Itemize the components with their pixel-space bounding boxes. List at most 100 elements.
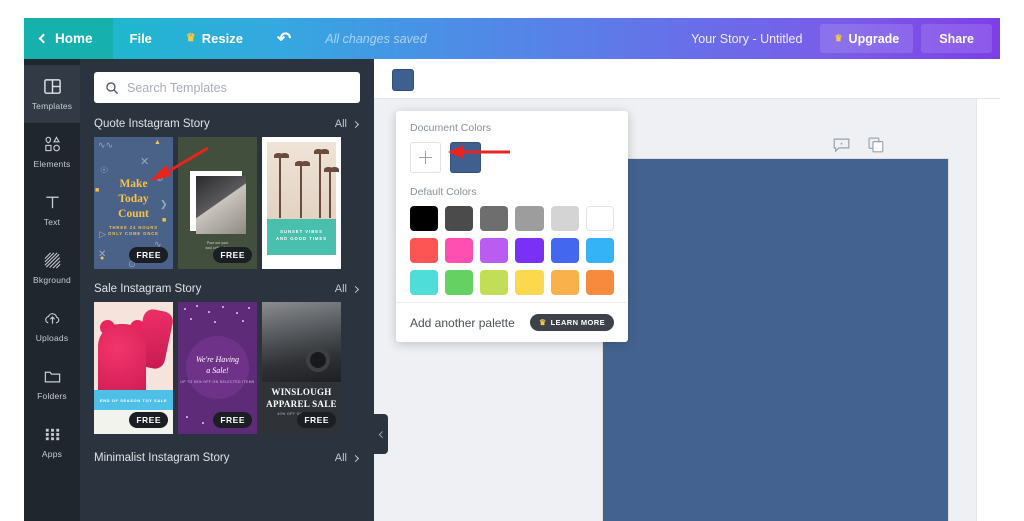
color-swatch[interactable] <box>445 206 474 231</box>
section-all-link[interactable]: All <box>335 452 360 464</box>
search-container <box>80 59 374 113</box>
template-photo <box>262 302 341 382</box>
color-swatch[interactable] <box>550 238 579 263</box>
template-thumbnail[interactable]: We're Having a Sale! UP TO 50% OFF ON SE… <box>178 302 257 434</box>
color-swatch[interactable] <box>445 238 474 263</box>
background-icon <box>44 252 60 269</box>
color-swatch[interactable] <box>515 238 544 263</box>
file-menu-label: File <box>129 31 152 46</box>
template-line-1: END OF SEASON TOY SALE <box>99 398 168 403</box>
chevron-left-icon <box>38 33 49 44</box>
workspace-right-strip <box>976 99 1000 521</box>
upgrade-button[interactable]: ♛ Upgrade <box>820 24 914 53</box>
section-all-label: All <box>334 118 347 130</box>
share-button[interactable]: Share <box>921 24 992 53</box>
sidebar-item-elements[interactable]: Elements <box>24 123 80 181</box>
template-line-1: We're Having <box>195 355 240 364</box>
canvas-tools <box>833 137 884 153</box>
template-row-quote: ∿∿ ✕ ☉ ⊕ ❯ ▷ ∿ ✕ ⊙ ▲ ■ ■ ● Make Today Co… <box>80 137 374 269</box>
left-sidebar-rail: Templates Elements Text Bkground Uploads… <box>24 59 80 521</box>
object-toolbar <box>374 59 1000 99</box>
section-header-quote: Quote Instagram Story All <box>80 113 374 137</box>
sidebar-item-text[interactable]: Text <box>24 181 80 239</box>
collapse-panel-button[interactable] <box>374 414 388 454</box>
template-thumbnail[interactable]: ∿∿ ✕ ☉ ⊕ ❯ ▷ ∿ ✕ ⊙ ▲ ■ ■ ● Make Today Co… <box>94 137 173 269</box>
add-color-button[interactable] <box>410 142 441 173</box>
color-swatch[interactable] <box>515 270 544 295</box>
duplicate-icon[interactable] <box>868 137 884 153</box>
template-line-2: APPAREL SALE <box>266 399 337 409</box>
color-swatch-button[interactable] <box>392 69 414 91</box>
design-canvas[interactable] <box>603 159 948 521</box>
color-swatch[interactable] <box>585 206 614 231</box>
sidebar-item-templates[interactable]: Templates <box>24 65 80 123</box>
search-box[interactable] <box>94 72 360 103</box>
template-sky <box>267 142 339 222</box>
learn-more-button[interactable]: ♛ LEARN MORE <box>530 314 614 331</box>
text-icon <box>45 196 59 209</box>
file-menu-button[interactable]: File <box>113 18 169 59</box>
chevron-right-icon <box>351 120 360 128</box>
template-line-2: AND GOOD TIMES <box>276 235 327 241</box>
add-palette-link[interactable]: Add another palette <box>410 316 515 330</box>
apps-icon <box>45 428 59 441</box>
document-colors-row <box>410 142 614 173</box>
comment-icon[interactable] <box>833 138 850 153</box>
color-swatch[interactable] <box>550 270 579 295</box>
templates-panel: Quote Instagram Story All ∿∿ ✕ ☉ ⊕ ❯ ▷ ∿… <box>80 59 374 521</box>
plus-icon <box>419 151 432 164</box>
sidebar-item-apps[interactable]: Apps <box>24 413 80 471</box>
section-header-minimalist: Minimalist Instagram Story All <box>80 434 374 471</box>
free-badge: FREE <box>213 412 252 428</box>
template-subtext: UP TO 50% OFF ON SELECTED ITEMS <box>180 380 255 384</box>
template-thumbnail[interactable]: END OF SEASON TOY SALE FREE <box>94 302 173 434</box>
color-swatch[interactable] <box>480 238 509 263</box>
color-swatch[interactable] <box>410 206 439 231</box>
template-thumbnail[interactable]: Pour out yoursoul coffee first FREE <box>178 137 257 269</box>
sidebar-item-folders[interactable]: Folders <box>24 355 80 413</box>
sidebar-item-label: Text <box>43 217 61 227</box>
section-all-link[interactable]: All <box>335 283 360 295</box>
learn-more-label: LEARN MORE <box>550 318 605 327</box>
color-swatch[interactable] <box>410 238 439 263</box>
color-swatch[interactable] <box>480 270 509 295</box>
crown-icon: ♛ <box>539 318 547 327</box>
template-thumbnail[interactable]: WINSLOUGH APPAREL SALE 40% OFF ON ALL IT… <box>262 302 341 434</box>
template-line-2: Today <box>118 193 149 205</box>
sidebar-item-label: Templates <box>31 101 73 111</box>
template-photo <box>196 176 246 234</box>
color-swatch[interactable] <box>445 270 474 295</box>
undo-button[interactable]: ↷ <box>260 18 308 59</box>
sidebar-item-label: Bkground <box>33 275 71 285</box>
color-swatch[interactable] <box>515 206 544 231</box>
free-badge: FREE <box>297 412 336 428</box>
color-swatch[interactable] <box>550 206 579 231</box>
save-status-label: All changes saved <box>325 31 427 46</box>
home-button-label: Home <box>55 31 93 46</box>
color-swatch[interactable] <box>410 270 439 295</box>
color-swatch[interactable] <box>585 238 614 263</box>
elements-icon <box>44 136 60 152</box>
save-status: All changes saved <box>308 18 443 59</box>
home-button[interactable]: Home <box>24 18 113 59</box>
chevron-left-icon <box>378 430 386 438</box>
resize-button[interactable]: ♛ Resize <box>169 18 260 59</box>
popover-footer: Add another palette ♛ LEARN MORE <box>396 302 628 342</box>
color-swatch[interactable] <box>480 206 509 231</box>
search-input[interactable] <box>127 80 349 95</box>
sidebar-item-bkground[interactable]: Bkground <box>24 239 80 297</box>
free-badge: FREE <box>129 247 168 263</box>
document-color-swatch[interactable] <box>450 142 481 173</box>
document-title[interactable]: Your Story - Untitled <box>677 18 816 59</box>
sidebar-item-uploads[interactable]: Uploads <box>24 297 80 355</box>
document-colors-label: Document Colors <box>410 122 492 134</box>
section-all-link[interactable]: All <box>334 118 360 130</box>
canva-editor-app: Home File ♛ Resize ↷ All changes saved Y… <box>24 18 1000 521</box>
color-swatch[interactable] <box>585 270 614 295</box>
template-thumbnail[interactable]: SUNSET VIBES AND GOOD TIMES <box>262 137 341 269</box>
section-title: Quote Instagram Story <box>94 118 210 130</box>
section-header-sale: Sale Instagram Story All <box>80 269 374 302</box>
share-label: Share <box>939 31 974 46</box>
template-row-sale: END OF SEASON TOY SALE FREE We're Having… <box>80 302 374 434</box>
